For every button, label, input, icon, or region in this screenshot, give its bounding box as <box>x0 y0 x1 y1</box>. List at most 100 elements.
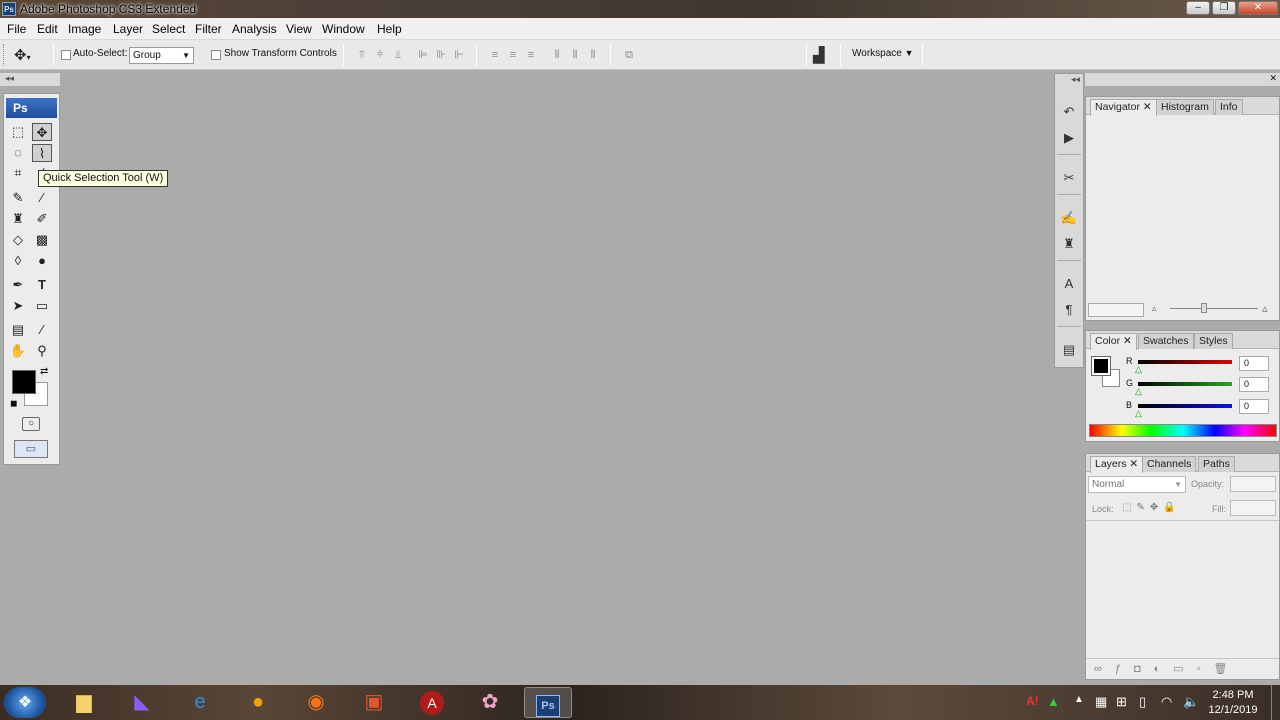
zoom-out-icon[interactable]: ▵ <box>1152 303 1157 314</box>
menu-layer[interactable]: Layer <box>113 22 143 36</box>
quick-mask-icon[interactable]: ○ <box>22 417 40 431</box>
dodge-tool-icon[interactable]: ● <box>32 252 52 270</box>
tab-info[interactable]: Info <box>1215 99 1243 115</box>
red-value[interactable]: 0 <box>1239 356 1269 371</box>
blue-slider[interactable] <box>1138 404 1232 408</box>
gradient-tool-icon[interactable]: ▩ <box>32 231 52 249</box>
default-colors-icon[interactable]: ◼ <box>10 398 17 409</box>
color-fg-swatch[interactable] <box>1091 356 1111 376</box>
move-tool-icon[interactable]: ✥ <box>32 123 52 141</box>
brush-tool-icon[interactable]: ∕ <box>32 189 52 207</box>
distribute-hcenter-icon[interactable]: ⦀ <box>568 48 582 62</box>
zoom-tool-icon[interactable]: ⚲ <box>32 342 52 360</box>
eyedropper-tool-icon[interactable]: ⁄ <box>32 321 52 339</box>
history-panel-icon[interactable]: ↶ <box>1058 102 1080 122</box>
color-spectrum-bar[interactable] <box>1089 424 1277 437</box>
tab-color[interactable]: Color ✕ <box>1090 333 1137 350</box>
toolbox-header[interactable]: ◂◂ <box>0 73 60 87</box>
tab-paths[interactable]: Paths <box>1198 456 1235 472</box>
powerpoint-icon[interactable]: ▣ <box>350 687 398 718</box>
tool-presets-icon[interactable]: ✂ <box>1058 168 1080 188</box>
grip-handle[interactable] <box>3 44 6 66</box>
red-slider[interactable] <box>1138 360 1232 364</box>
slider-marker-icon[interactable]: △ <box>1135 408 1142 419</box>
menu-view[interactable]: View <box>286 22 312 36</box>
lasso-tool-icon[interactable]: ◌ <box>8 144 28 162</box>
distribute-vcenter-icon[interactable]: ≡ <box>506 48 520 62</box>
align-top-icon[interactable]: ⫪ <box>355 48 369 62</box>
menu-select[interactable]: Select <box>152 22 185 36</box>
slider-marker-icon[interactable]: △ <box>1135 364 1142 375</box>
file-explorer-icon[interactable]: ▆ <box>60 687 108 718</box>
media-player-icon[interactable]: ● <box>234 687 282 718</box>
minimize-button[interactable]: – <box>1186 1 1210 15</box>
align-bottom-icon[interactable]: ⫫ <box>391 48 405 62</box>
clone-source-icon[interactable]: ♜ <box>1058 234 1080 254</box>
distribute-right-icon[interactable]: ⦀ <box>586 48 600 62</box>
show-hidden-icons-icon[interactable]: ▲ <box>1074 694 1084 705</box>
close-panels-icon[interactable]: ✕ <box>1269 73 1277 84</box>
move-tool-preset-icon[interactable]: ✥▾ <box>14 46 31 64</box>
fill-field[interactable] <box>1230 500 1276 516</box>
foreground-color-swatch[interactable] <box>12 370 36 394</box>
internet-explorer-icon[interactable]: e <box>176 687 224 718</box>
restore-button[interactable]: ❐ <box>1212 1 1236 15</box>
auto-align-layers-icon[interactable]: ⧉ <box>622 48 636 62</box>
menu-analysis[interactable]: Analysis <box>232 22 277 36</box>
acrobat-icon[interactable]: A <box>408 687 456 718</box>
path-selection-icon[interactable]: ➤ <box>8 297 28 315</box>
collapse-icon[interactable]: ◂◂ <box>5 73 14 84</box>
tab-histogram[interactable]: Histogram <box>1156 99 1214 115</box>
windows-icon[interactable]: ⊞ <box>1116 694 1127 710</box>
photoshop-taskbar-icon[interactable]: Ps <box>524 687 572 718</box>
eraser-tool-icon[interactable]: ◇ <box>8 231 28 249</box>
wifi-icon[interactable]: ◠ <box>1161 694 1172 710</box>
tab-channels[interactable]: Channels <box>1142 456 1197 472</box>
system-clock[interactable]: 2:48 PM 12/1/2019 <box>1200 688 1266 718</box>
menu-edit[interactable]: Edit <box>37 22 58 36</box>
menu-help[interactable]: Help <box>377 22 402 36</box>
layers-footer-icons[interactable]: ∞ƒ◘◐▭▫🗑 <box>1086 658 1279 679</box>
start-button[interactable]: ❖ <box>4 687 46 718</box>
lock-icons[interactable]: ⬚✎✥🔒 <box>1122 502 1181 513</box>
auto-select-checkbox[interactable] <box>61 50 71 60</box>
blue-value[interactable]: 0 <box>1239 399 1269 414</box>
quick-selection-tool-icon[interactable]: ⌇ <box>32 144 52 162</box>
actions-panel-icon[interactable]: ▶ <box>1058 128 1080 148</box>
zoom-slider-thumb[interactable] <box>1201 303 1207 313</box>
align-right-icon[interactable]: ⊩ <box>452 48 466 62</box>
visual-studio-icon[interactable]: ◣ <box>118 687 166 718</box>
tab-swatches[interactable]: Swatches <box>1138 333 1194 349</box>
character-panel-icon[interactable]: A <box>1058 274 1080 294</box>
close-button[interactable]: ✕ <box>1238 1 1278 15</box>
align-vcenter-icon[interactable]: ⫩ <box>373 48 387 62</box>
hand-tool-icon[interactable]: ✋ <box>8 342 28 360</box>
auto-select-dropdown[interactable]: Group ▼ <box>129 47 194 64</box>
expand-dock-icon[interactable]: ◂◂ <box>1071 74 1080 85</box>
show-desktop-button[interactable] <box>1271 685 1280 720</box>
notes-tool-icon[interactable]: ▤ <box>8 321 28 339</box>
align-left-icon[interactable]: ⊫ <box>416 48 430 62</box>
zoom-in-icon[interactable]: ▵ <box>1262 302 1268 315</box>
network-icon[interactable]: ▦ <box>1095 694 1107 710</box>
green-value[interactable]: 0 <box>1239 377 1269 392</box>
battery-icon[interactable]: ▯ <box>1139 694 1146 710</box>
show-transform-checkbox[interactable] <box>211 50 221 60</box>
menu-image[interactable]: Image <box>68 22 101 36</box>
layer-comps-icon[interactable]: ▤ <box>1058 340 1080 360</box>
slider-marker-icon[interactable]: △ <box>1135 386 1142 397</box>
bridge-icon[interactable]: ▟ <box>813 46 825 64</box>
opacity-field[interactable] <box>1230 476 1276 492</box>
blur-tool-icon[interactable]: ◊ <box>8 252 28 270</box>
tab-layers[interactable]: Layers ✕ <box>1090 456 1144 473</box>
shape-tool-icon[interactable]: ▭ <box>32 297 52 315</box>
distribute-top-icon[interactable]: ≡ <box>488 48 502 62</box>
zoom-slider[interactable] <box>1170 308 1258 309</box>
workspace-menu[interactable]: Workspace ▼ <box>852 48 914 59</box>
menu-file[interactable]: File <box>7 22 26 36</box>
paint-app-icon[interactable]: ✿ <box>466 687 514 718</box>
zoom-field[interactable] <box>1088 303 1144 317</box>
panel-column-header[interactable]: ✕ <box>1085 73 1280 87</box>
tab-navigator[interactable]: Navigator ✕ <box>1090 99 1157 116</box>
volume-icon[interactable]: 🔈 <box>1183 694 1199 710</box>
